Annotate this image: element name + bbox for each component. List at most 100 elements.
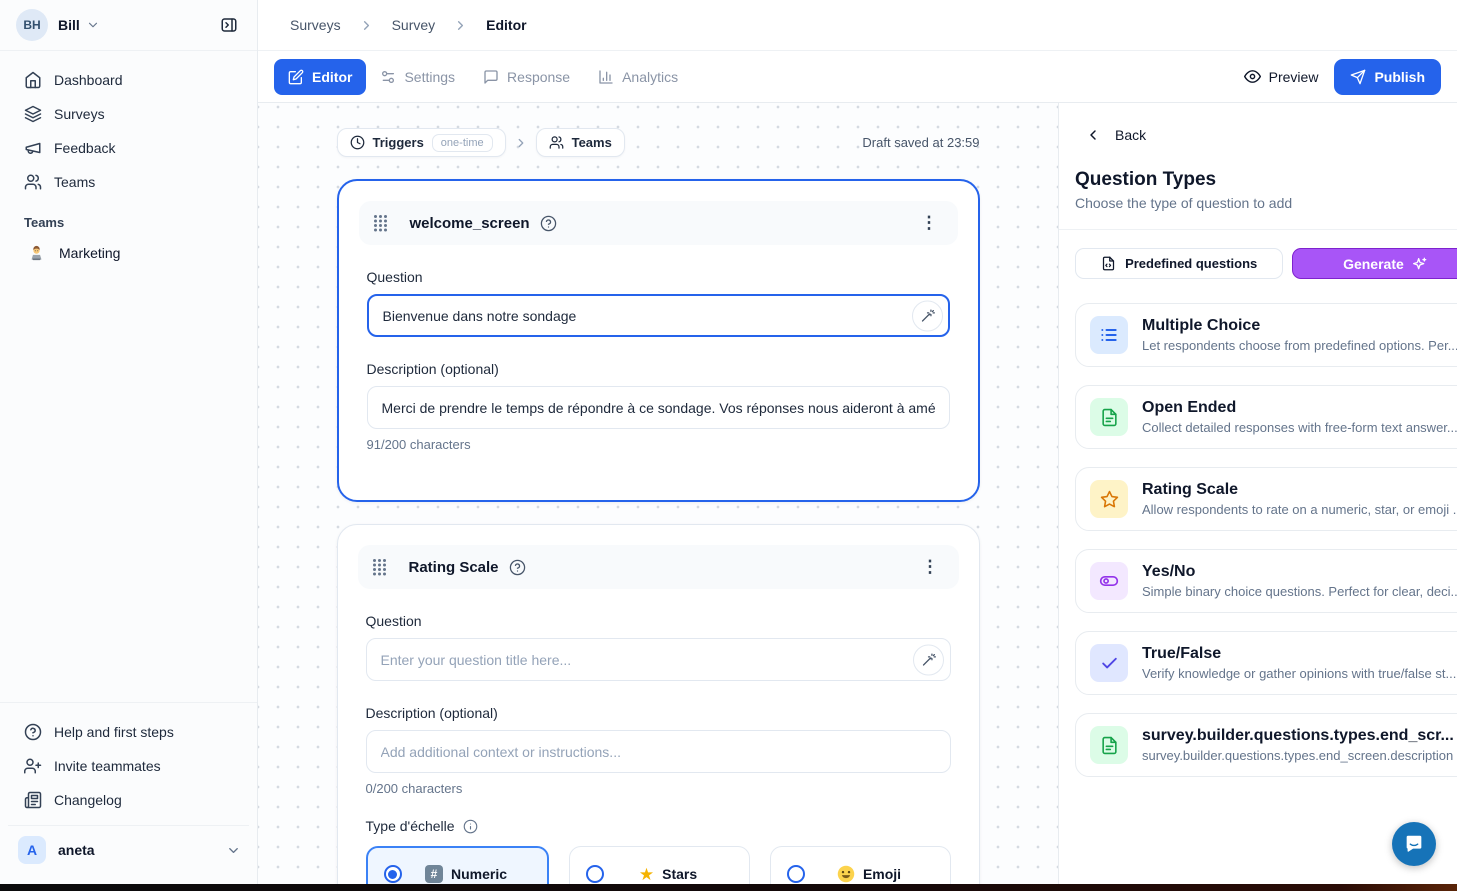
description-input[interactable] [367,386,950,429]
generate-button[interactable]: Generate [1292,248,1457,279]
sidebar-collapse-button[interactable] [215,11,243,39]
sidebar-item-marketing[interactable]: Marketing [8,236,249,270]
sidebar-item-label: Surveys [54,106,105,122]
description-label: Description (optional) [366,705,959,721]
question-type-multiple-choice[interactable]: Multiple Choice Let respondents choose f… [1075,303,1457,367]
org-avatar: A [18,836,46,864]
radio-unselected[interactable] [586,865,604,883]
question-type-rating-scale[interactable]: Rating Scale Allow respondents to rate o… [1075,467,1457,531]
question-card-welcome-screen[interactable]: welcome_screen ⋮ Question Description (o… [337,179,980,502]
question-types-panel: Back Question Types Choose the type of q… [1058,103,1457,884]
sidebar-item-label: Dashboard [54,72,123,88]
sidebar-item-label: Changelog [54,792,122,808]
users-icon [549,135,564,150]
number-keycap-icon: # [425,865,443,883]
tab-label: Settings [404,69,455,85]
window-bottom-edge [0,884,1457,891]
info-icon[interactable] [463,819,478,834]
tab-editor[interactable]: Editor [274,59,366,95]
predefined-questions-button[interactable]: Predefined questions [1075,248,1283,279]
clock-icon [350,135,365,150]
chevron-down-icon[interactable] [86,18,100,32]
tab-response[interactable]: Response [469,59,584,95]
help-circle-icon[interactable] [540,215,557,232]
chevron-right-icon [359,18,374,33]
user-name[interactable]: Bill [58,17,80,33]
char-count: 0/200 characters [366,781,959,796]
question-type-true-false[interactable]: True/False Verify knowledge or gather op… [1075,631,1457,695]
question-input[interactable] [367,294,950,337]
teams-chip-label: Teams [572,135,612,150]
sidebar-item-invite[interactable]: Invite teammates [8,749,249,783]
send-icon [1350,69,1366,85]
teams-chip[interactable]: Teams [536,128,625,157]
question-type-open-ended[interactable]: Open Ended Collect detailed responses wi… [1075,385,1457,449]
scale-option-stars[interactable]: ★ Stars [569,846,750,884]
check-icon [1090,644,1128,682]
org-switcher[interactable]: A aneta [8,825,249,876]
sidebar-item-surveys[interactable]: Surveys [8,97,249,131]
help-circle-icon[interactable] [509,559,526,576]
drag-handle-icon[interactable] [372,558,387,576]
sidebar-item-dashboard[interactable]: Dashboard [8,63,249,97]
sidebar-item-feedback[interactable]: Feedback [8,131,249,165]
panel-collapse-icon [220,16,238,34]
question-type-description: Let respondents choose from predefined o… [1142,338,1457,353]
support-chat-button[interactable] [1392,822,1436,866]
publish-button[interactable]: Publish [1334,59,1441,95]
tab-analytics[interactable]: Analytics [584,59,692,95]
scale-option-numeric[interactable]: # Numeric [366,846,549,884]
question-type-end-screen[interactable]: survey.builder.questions.types.end_scr..… [1075,713,1457,777]
question-input[interactable] [366,638,951,681]
question-type-description: Simple binary choice questions. Perfect … [1142,584,1457,599]
star-icon [1090,480,1128,518]
magic-wand-button[interactable] [912,300,943,331]
survey-editor-app: BH Bill Dashboard Surveys Feedb [0,0,1457,891]
tab-settings[interactable]: Settings [366,59,469,95]
question-type-description: survey.builder.questions.types.end_scree… [1142,748,1454,763]
tab-label: Response [507,69,570,85]
question-type-yes-no[interactable]: Yes/No Simple binary choice questions. P… [1075,549,1457,613]
option-label: Emoji [863,866,901,882]
breadcrumb-surveys[interactable]: Surveys [290,17,341,33]
triggers-chip[interactable]: Triggers one-time [337,128,506,157]
drag-handle-icon[interactable] [373,214,388,232]
question-type-description: Verify knowledge or gather opinions with… [1142,666,1456,681]
one-time-badge: one-time [432,134,493,152]
sidebar-item-teams[interactable]: Teams [8,165,249,199]
preview-button[interactable]: Preview [1244,68,1319,85]
description-input[interactable] [366,730,951,773]
breadcrumb-editor: Editor [486,17,526,33]
file-text-icon [1090,398,1128,436]
back-button[interactable]: Back [1075,127,1457,143]
question-type-title: Yes/No [1142,563,1457,581]
magic-wand-button[interactable] [913,644,944,675]
list-icon [1090,316,1128,354]
tab-label: Analytics [622,69,678,85]
user-avatar[interactable]: BH [16,9,48,41]
publish-label: Publish [1374,69,1425,85]
generate-label: Generate [1343,256,1404,272]
question-card-rating-scale[interactable]: Rating Scale ⋮ Question Description (opt… [337,524,980,884]
kebab-menu-icon[interactable]: ⋮ [916,555,945,579]
radio-unselected[interactable] [787,865,805,883]
scale-option-emoji[interactable]: Emoji [770,846,951,884]
question-type-title: True/False [1142,645,1456,663]
sidebar-item-changelog[interactable]: Changelog [8,783,249,817]
file-text-icon [1090,726,1128,764]
radio-selected[interactable] [384,865,402,883]
chevron-down-icon [226,843,241,858]
draft-status: Draft saved at 23:59 [862,135,979,150]
sidebar: BH Bill Dashboard Surveys Feedb [0,0,258,884]
help-circle-icon [24,723,42,741]
kebab-menu-icon[interactable]: ⋮ [915,211,944,235]
preview-label: Preview [1269,69,1319,85]
users-icon [24,173,42,191]
question-type-description: Collect detailed responses with free-for… [1142,420,1457,435]
breadcrumb-survey[interactable]: Survey [392,17,436,33]
sidebar-item-label: Help and first steps [54,724,174,740]
canvas-chip-row: Triggers one-time Teams Draft saved at 2… [337,128,980,157]
org-name: aneta [58,842,95,858]
scale-options: # Numeric ★ Stars [366,846,951,884]
sidebar-item-help[interactable]: Help and first steps [8,715,249,749]
